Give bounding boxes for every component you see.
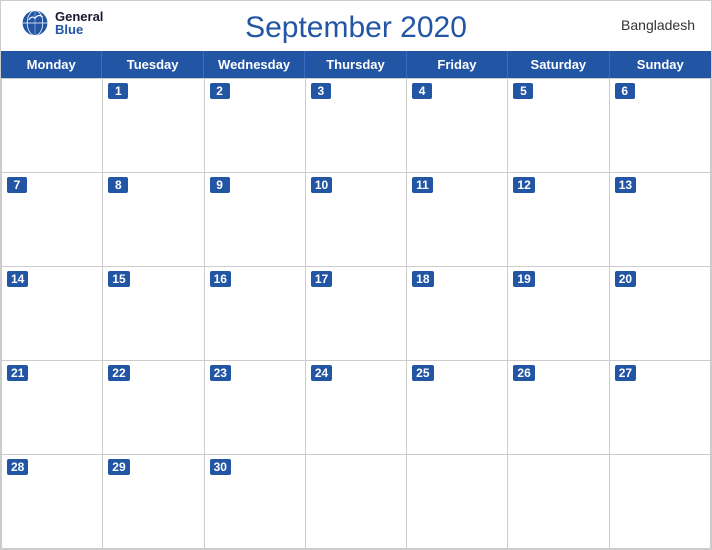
day-cell: [407, 455, 508, 549]
day-cell: 21: [2, 361, 103, 455]
day-number: 17: [311, 271, 332, 287]
day-number: 26: [513, 365, 534, 381]
day-cell: 19: [508, 267, 609, 361]
day-cell: 14: [2, 267, 103, 361]
day-number: 11: [412, 177, 433, 193]
day-number: 6: [615, 83, 635, 99]
calendar: General Blue September 2020 Bangladesh M…: [0, 0, 712, 550]
day-number: 5: [513, 83, 533, 99]
day-number: 20: [615, 271, 636, 287]
day-cell: 9: [205, 173, 306, 267]
day-cell: 24: [306, 361, 407, 455]
day-cell: 6: [610, 79, 711, 173]
generalblue-logo-icon: [17, 9, 53, 37]
day-number: 7: [7, 177, 27, 193]
day-cell: 13: [610, 173, 711, 267]
day-number: 1: [108, 83, 128, 99]
day-cell: 1: [103, 79, 204, 173]
day-number: 9: [210, 177, 230, 193]
day-cell: 11: [407, 173, 508, 267]
day-header-monday: Monday: [1, 51, 102, 78]
day-cell: 8: [103, 173, 204, 267]
day-cell: [610, 455, 711, 549]
day-number: 23: [210, 365, 231, 381]
day-number: 8: [108, 177, 128, 193]
day-cell: 25: [407, 361, 508, 455]
day-number: 25: [412, 365, 433, 381]
day-cell: 15: [103, 267, 204, 361]
day-cell: 30: [205, 455, 306, 549]
day-number: 19: [513, 271, 534, 287]
country-label: Bangladesh: [621, 17, 695, 33]
day-cell: 26: [508, 361, 609, 455]
day-cell: [2, 79, 103, 173]
logo: General Blue: [17, 9, 103, 37]
day-number: 27: [615, 365, 636, 381]
day-number: 29: [108, 459, 129, 475]
calendar-grid: 1234567891011121314151617181920212223242…: [1, 78, 711, 549]
day-cell: 28: [2, 455, 103, 549]
day-number: 10: [311, 177, 332, 193]
day-header-sunday: Sunday: [610, 51, 711, 78]
day-number: 24: [311, 365, 332, 381]
day-number: 21: [7, 365, 28, 381]
day-number: 16: [210, 271, 231, 287]
day-number: 13: [615, 177, 636, 193]
calendar-header: General Blue September 2020 Bangladesh: [1, 1, 711, 51]
day-number: 4: [412, 83, 432, 99]
day-number: 18: [412, 271, 433, 287]
day-cell: [508, 455, 609, 549]
day-header-saturday: Saturday: [508, 51, 609, 78]
day-header-thursday: Thursday: [305, 51, 406, 78]
day-header-friday: Friday: [407, 51, 508, 78]
day-number: 28: [7, 459, 28, 475]
day-cell: 16: [205, 267, 306, 361]
day-cell: 4: [407, 79, 508, 173]
day-cell: 12: [508, 173, 609, 267]
month-title: September 2020: [245, 11, 467, 45]
day-cell: 29: [103, 455, 204, 549]
day-number: 12: [513, 177, 534, 193]
day-cell: [306, 455, 407, 549]
day-number: 15: [108, 271, 129, 287]
day-cell: 27: [610, 361, 711, 455]
day-headers: Monday Tuesday Wednesday Thursday Friday…: [1, 51, 711, 78]
day-number: 2: [210, 83, 230, 99]
day-cell: 5: [508, 79, 609, 173]
day-number: 14: [7, 271, 28, 287]
day-cell: 17: [306, 267, 407, 361]
day-number: 22: [108, 365, 129, 381]
day-number: 30: [210, 459, 231, 475]
day-header-tuesday: Tuesday: [102, 51, 203, 78]
day-cell: 7: [2, 173, 103, 267]
day-cell: 23: [205, 361, 306, 455]
logo-blue: Blue: [55, 23, 83, 36]
day-cell: 3: [306, 79, 407, 173]
day-cell: 2: [205, 79, 306, 173]
day-cell: 20: [610, 267, 711, 361]
day-cell: 18: [407, 267, 508, 361]
day-cell: 22: [103, 361, 204, 455]
day-cell: 10: [306, 173, 407, 267]
logo-text: General Blue: [55, 10, 103, 36]
day-number: 3: [311, 83, 331, 99]
day-header-wednesday: Wednesday: [204, 51, 305, 78]
